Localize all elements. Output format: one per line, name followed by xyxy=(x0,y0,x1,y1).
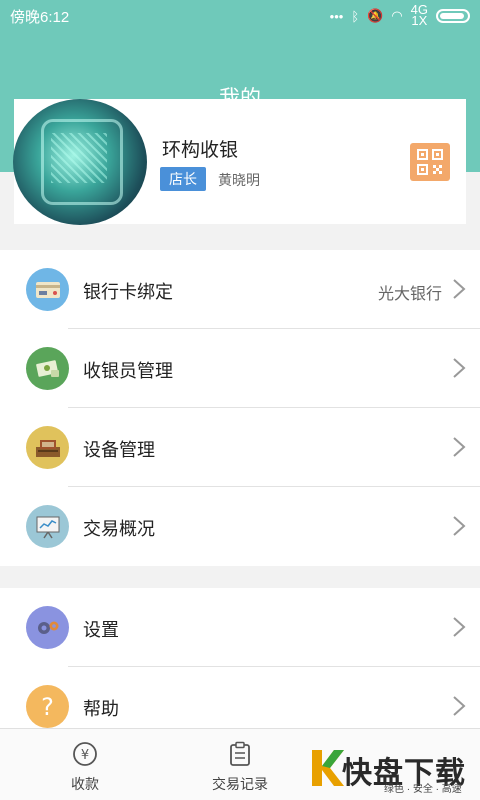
menu-item-label: 帮助 xyxy=(83,699,119,719)
battery-icon xyxy=(436,9,470,23)
tab-receive-payment[interactable]: ¥ 收款 xyxy=(25,729,145,800)
owner-name: 黄晓明 xyxy=(218,172,260,188)
menu-item-bank-card[interactable]: 银行卡绑定 光大银行 xyxy=(0,250,480,329)
device-icon xyxy=(26,426,69,469)
status-icons: ••• ᛒ 🔕 ◠ 4G 1X xyxy=(329,2,470,28)
svg-text:¥: ¥ xyxy=(81,748,89,763)
menu-group-account: 银行卡绑定 光大银行 收银员管理 设备管理 交易概况 xyxy=(0,250,480,566)
qr-code-button[interactable] xyxy=(410,143,450,181)
tab-label: 交易记录 xyxy=(212,776,268,792)
qr-code-icon xyxy=(417,149,443,175)
signal-icon: 4G 1X xyxy=(410,2,428,28)
cashier-icon xyxy=(26,347,69,390)
dots-icon: ••• xyxy=(329,8,344,24)
wifi-icon: ◠ xyxy=(391,8,403,23)
menu-item-label: 设置 xyxy=(83,620,119,640)
chevron-right-icon xyxy=(453,437,466,457)
watermark-subtext: 绿色 · 安全 · 高速 xyxy=(384,784,462,795)
status-bar: 傍晚6:12 ••• ᛒ 🔕 ◠ 4G 1X xyxy=(0,0,480,32)
menu-item-settings[interactable]: 设置 xyxy=(0,588,480,667)
menu-group-system: 设置 ? 帮助 xyxy=(0,588,480,728)
menu-item-label: 设备管理 xyxy=(83,440,155,460)
yen-coin-icon: ¥ xyxy=(73,742,97,766)
clipboard-icon xyxy=(230,741,250,766)
chart-board-icon xyxy=(26,505,69,548)
help-icon: ? xyxy=(26,685,69,728)
menu-item-label: 收银员管理 xyxy=(83,361,173,381)
menu-item-label: 交易概况 xyxy=(83,519,155,539)
tab-transaction-records[interactable]: 交易记录 xyxy=(180,729,300,800)
store-name: 环构收银 xyxy=(162,140,239,161)
chevron-right-icon xyxy=(453,516,466,536)
menu-item-help[interactable]: ? 帮助 xyxy=(0,667,480,728)
chevron-right-icon xyxy=(453,358,466,378)
gears-icon xyxy=(26,606,69,649)
status-time: 傍晚6:12 xyxy=(10,8,70,26)
tab-label: 收款 xyxy=(71,776,99,792)
role-badge: 店长 xyxy=(160,167,206,191)
mute-icon: 🔕 xyxy=(367,8,384,23)
chevron-right-icon xyxy=(453,696,466,716)
watermark-k-icon xyxy=(312,750,344,786)
bank-card-icon xyxy=(26,268,69,311)
bank-name: 光大银行 xyxy=(377,286,442,303)
menu-item-cashier[interactable]: 收银员管理 xyxy=(0,329,480,408)
avatar[interactable] xyxy=(13,99,147,225)
chevron-right-icon xyxy=(453,617,466,637)
menu-item-device[interactable]: 设备管理 xyxy=(0,408,480,487)
chevron-right-icon xyxy=(453,279,466,299)
menu-item-transactions-overview[interactable]: 交易概况 xyxy=(0,487,480,566)
menu-item-label: 银行卡绑定 xyxy=(83,282,173,302)
bluetooth-icon: ᛒ xyxy=(351,8,360,24)
